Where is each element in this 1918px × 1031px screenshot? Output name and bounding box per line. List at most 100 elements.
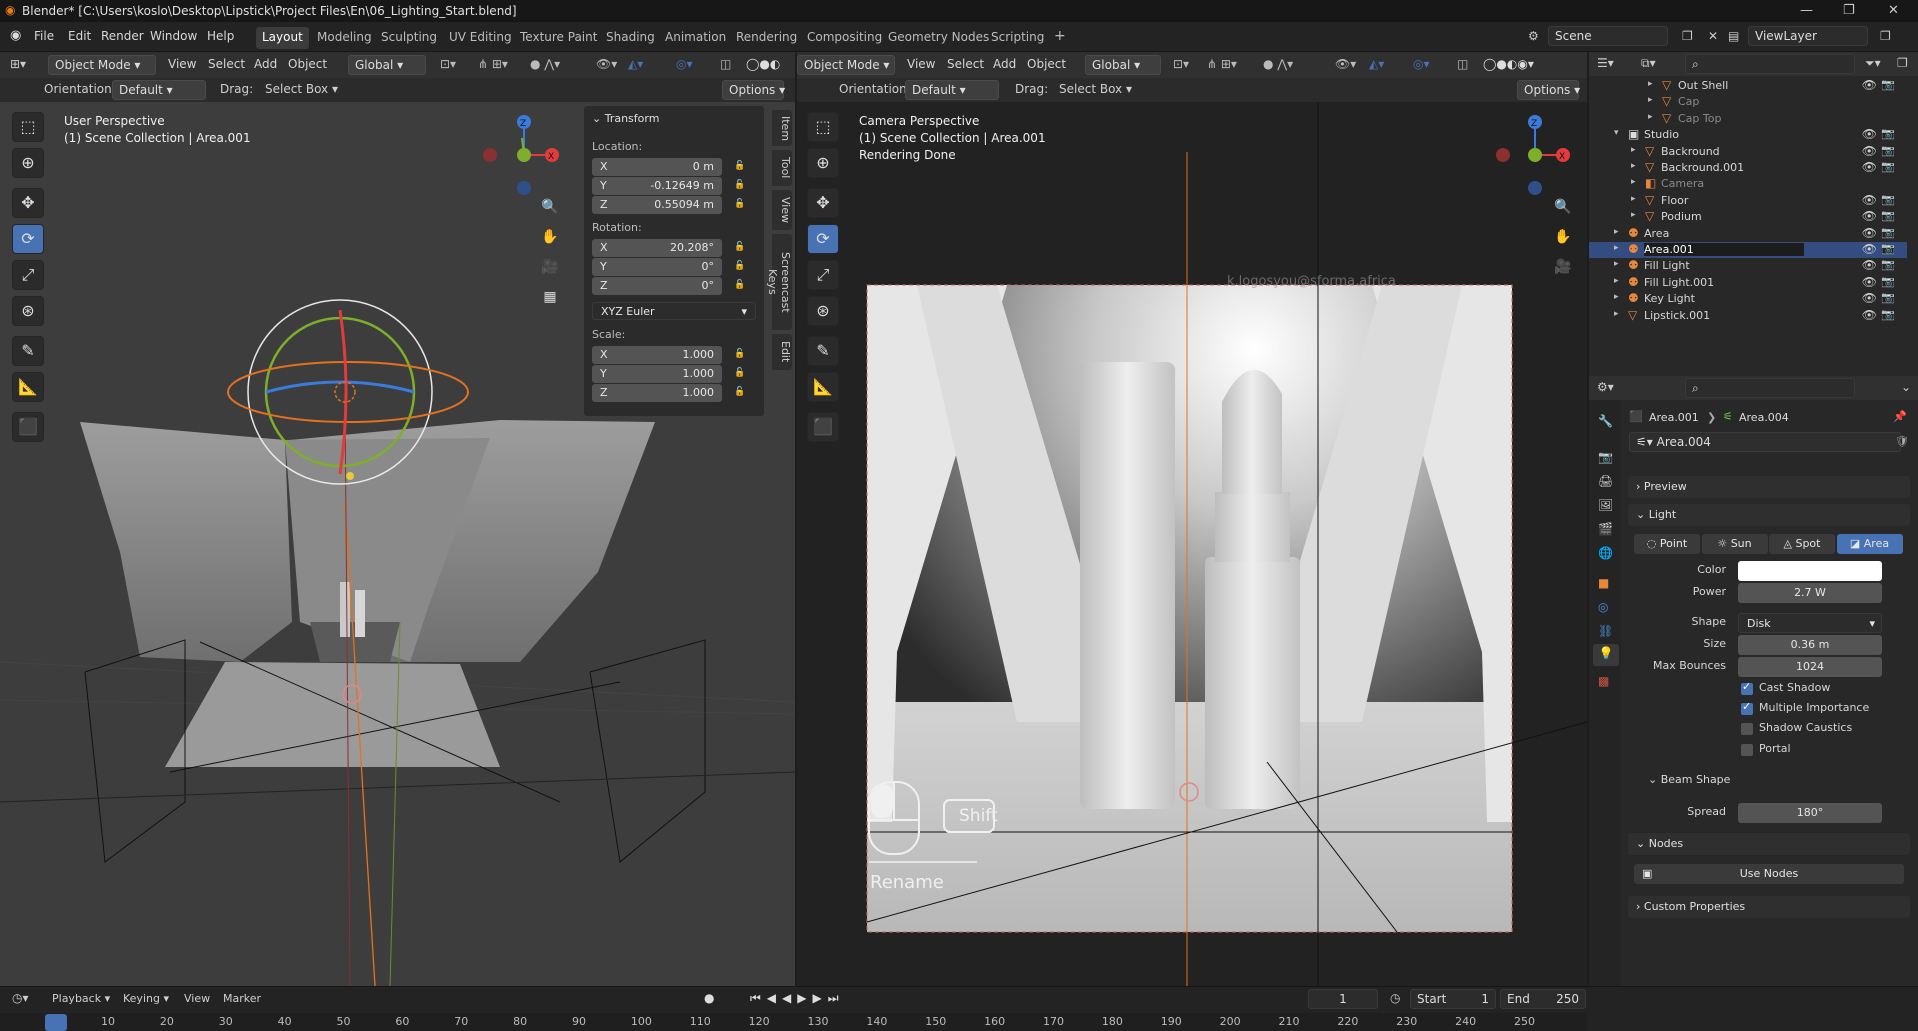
transform-icon[interactable]: ⊛: [807, 296, 839, 326]
left-orientation-dropdown[interactable]: Default ▾: [112, 80, 206, 100]
left-options-dropdown[interactable]: Options ▾: [722, 80, 785, 100]
filter-icon[interactable]: ⏷▾: [1865, 56, 1881, 71]
add-cube-icon[interactable]: ⬛: [807, 412, 839, 442]
measure-icon[interactable]: 📐: [12, 372, 44, 402]
snap-icon[interactable]: ⋔ ⊞▾: [1207, 57, 1237, 71]
size-field[interactable]: 0.36 m: [1738, 635, 1882, 655]
current-frame-field[interactable]: 1: [1308, 989, 1378, 1009]
editor-type-icon[interactable]: ⊞▾: [10, 57, 26, 71]
expand-arrow-icon[interactable]: ▸: [1648, 112, 1653, 122]
lock-icon[interactable]: 🔓: [734, 180, 745, 190]
right-menu-view[interactable]: View: [907, 57, 935, 71]
spread-field[interactable]: 180°: [1738, 803, 1882, 823]
light-datablock-selector[interactable]: ⚟▾ Area.004: [1629, 432, 1901, 452]
expand-arrow-icon[interactable]: ▸: [1631, 210, 1636, 220]
transform-icon[interactable]: ⊛: [12, 296, 44, 326]
pin-icon[interactable]: 📌: [1893, 410, 1907, 423]
expand-arrow-icon[interactable]: ▸: [1614, 276, 1619, 286]
tab-geometry-nodes[interactable]: Geometry Nodes: [882, 27, 995, 49]
multiple-importance-checkbox[interactable]: [1741, 700, 1753, 715]
outliner-item-label[interactable]: Cap: [1678, 95, 1699, 108]
minimize-icon[interactable]: —: [1800, 3, 1813, 18]
right-menu-object[interactable]: Object: [1027, 57, 1066, 71]
right-orientation-dropdown[interactable]: Default ▾: [905, 80, 999, 100]
cursor-icon[interactable]: ⊕: [807, 148, 839, 178]
tab-compositing[interactable]: Compositing: [801, 27, 888, 49]
left-menu-select[interactable]: Select: [208, 57, 245, 71]
zoom-icon[interactable]: 🔍: [1550, 194, 1576, 220]
max-bounces-field[interactable]: 1024: [1738, 657, 1882, 677]
custom-properties-header[interactable]: › Custom Properties: [1628, 896, 1910, 918]
menu-window[interactable]: Window: [150, 29, 197, 43]
clock-icon[interactable]: ◷: [1390, 991, 1400, 1005]
view-layer-tab-icon[interactable]: 🖼: [1598, 498, 1613, 512]
camera-view-icon[interactable]: 🎥: [537, 254, 563, 280]
overlay-toggle-icon[interactable]: ◎▾: [676, 57, 693, 71]
outliner-row[interactable]: ▸ ▽ Backround 👁 📷: [1589, 144, 1907, 160]
right-menu-select[interactable]: Select: [947, 57, 984, 71]
pivot-icon[interactable]: ⊡▾: [440, 57, 456, 71]
annotate-icon[interactable]: ✎: [12, 336, 44, 366]
sidebar-tab-item[interactable]: Item: [772, 110, 792, 146]
location-x-field[interactable]: X0 m: [592, 158, 722, 176]
outliner-item-label[interactable]: Studio: [1644, 128, 1679, 141]
outliner-row[interactable]: ▸ ▽ Out Shell 👁 📷: [1589, 78, 1907, 94]
outliner-row[interactable]: ▾ ▣ Studio 👁 📷: [1589, 127, 1907, 143]
world-tab-icon[interactable]: 🌐: [1598, 546, 1613, 560]
render-visibility-icon[interactable]: 📷: [1881, 291, 1895, 304]
proportional-icon[interactable]: ● ⋀▾: [530, 57, 560, 71]
overlay-toggle-icon[interactable]: ◎▾: [1413, 57, 1430, 71]
lock-icon[interactable]: 🔓: [734, 242, 745, 252]
left-menu-add[interactable]: Add: [254, 57, 277, 71]
right-options-dropdown[interactable]: Options ▾: [1517, 80, 1580, 100]
shadow-caustics-checkbox[interactable]: [1741, 723, 1753, 735]
cast-shadow-checkbox[interactable]: [1741, 680, 1753, 695]
right-viewport[interactable]: Shift Rename k.logosyou@sforma.africa Ca…: [797, 102, 1587, 986]
physics-tab-icon[interactable]: ◎: [1598, 600, 1608, 614]
right-transform-orient[interactable]: Global ▾: [1085, 55, 1161, 75]
gizmo-toggle-icon[interactable]: ◭▾: [628, 57, 643, 71]
annotate-icon[interactable]: ✎: [807, 336, 839, 366]
lock-icon[interactable]: 🔓: [734, 387, 745, 397]
scale-icon[interactable]: ⤢: [807, 260, 839, 290]
render-visibility-icon[interactable]: 📷: [1881, 242, 1895, 255]
tab-texture-paint[interactable]: Texture Paint: [514, 27, 603, 49]
close-icon[interactable]: ✕: [1888, 3, 1899, 18]
zoom-icon[interactable]: 🔍: [537, 194, 563, 220]
add-cube-icon[interactable]: ⬛: [12, 412, 44, 442]
scale-y-field[interactable]: Y 1.000: [592, 365, 722, 383]
outliner-item-label[interactable]: Key Light: [1644, 292, 1695, 305]
left-nav-gizmo[interactable]: Z X: [474, 108, 574, 198]
visibility-eye-icon[interactable]: 👁: [1862, 291, 1877, 305]
render-visibility-icon[interactable]: 📷: [1881, 127, 1895, 140]
render-visibility-icon[interactable]: 📷: [1881, 160, 1895, 173]
left-mode-dropdown[interactable]: Object Mode ▾: [48, 55, 156, 75]
shape-dropdown[interactable]: Disk ▾: [1738, 613, 1882, 633]
scale-icon[interactable]: ⤢: [12, 260, 44, 290]
outliner-search-input[interactable]: ⌕: [1685, 54, 1855, 74]
xray-icon[interactable]: ◫: [1457, 57, 1468, 71]
portal-checkbox[interactable]: [1741, 744, 1753, 756]
cursor-icon[interactable]: ⊕: [12, 148, 44, 178]
outliner-row[interactable]: ▸ ⚉ Fill Light.001 👁 📷: [1589, 275, 1907, 291]
outliner-row[interactable]: ▸ ▽ Lipstick.001 👁 📷: [1589, 308, 1907, 324]
rotate-icon[interactable]: ⟳: [807, 224, 839, 254]
new-collection-icon[interactable]: ❐: [1897, 56, 1908, 70]
measure-icon[interactable]: 📐: [807, 372, 839, 402]
ortho-grid-icon[interactable]: ▦: [537, 284, 563, 310]
visibility-icon[interactable]: 👁▾: [1335, 57, 1356, 71]
menu-file[interactable]: File: [34, 29, 54, 43]
render-visibility-icon[interactable]: 📷: [1881, 258, 1895, 271]
light-panel-header[interactable]: ⌄ Light: [1628, 504, 1910, 526]
tab-shading[interactable]: Shading: [600, 27, 661, 49]
playhead[interactable]: [45, 1014, 67, 1031]
expand-arrow-icon[interactable]: ▸: [1648, 95, 1653, 105]
end-frame-field[interactable]: End 250: [1500, 989, 1586, 1009]
transform-header[interactable]: ⌄ Transform: [592, 112, 659, 125]
outliner-row[interactable]: ▸ ⚉ Area 👁 📷: [1589, 226, 1907, 242]
outliner-item-label[interactable]: Out Shell: [1678, 79, 1728, 92]
light-type-area[interactable]: ◪ Area: [1836, 534, 1903, 554]
outliner-row[interactable]: ▸ ▽ Backround.001 👁 📷: [1589, 160, 1907, 176]
display-mode-icon[interactable]: ⧉▾: [1641, 56, 1656, 71]
light-color-swatch[interactable]: [1738, 561, 1882, 581]
